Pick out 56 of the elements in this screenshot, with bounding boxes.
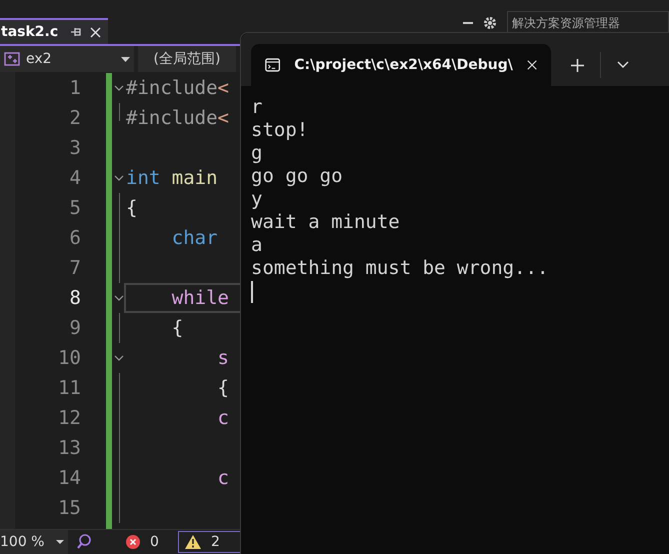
line-number: 3 [68,136,82,161]
chevron-down-icon[interactable] [617,61,629,68]
code-line: { [216,377,229,399]
settings-icon[interactable] [483,16,497,30]
line-number: 13 [57,436,82,461]
console-output-line: stop! [251,119,308,142]
line-number: 10 [57,346,82,371]
code-line: s [216,347,229,369]
console-icon [265,57,280,73]
collapse-icon[interactable] [114,85,124,91]
line-number: 14 [57,466,82,491]
line-number: 1 [68,76,82,101]
collapse-icon[interactable] [114,355,124,361]
console-output-line: wait a minute [251,211,400,234]
code-line: c [216,407,229,429]
zoom-dropdown[interactable]: 100 % [0,530,68,554]
close-icon[interactable] [90,26,102,38]
error-icon [126,535,140,549]
console-output-line: a [251,234,262,257]
console-output-line: y [251,188,262,211]
pin-icon[interactable] [70,27,82,37]
terminal-tab[interactable]: C:\project\c\ex2\x64\Debug\ [251,44,551,86]
line-number: 5 [68,196,82,221]
line-number: 15 [57,496,82,521]
line-number: 12 [57,406,82,431]
line-number: 7 [68,256,82,281]
line-number: 8 [68,286,82,311]
console-output-line: go go go [251,165,343,188]
project-icon [4,52,20,66]
line-number: 9 [68,316,82,341]
code-line: #include< [126,77,229,99]
project-dropdown[interactable]: ex2 [0,46,134,72]
code-line: { [170,317,184,339]
code-line: c [216,467,229,489]
code-line: int main [126,167,218,189]
code-line: char [170,227,218,249]
collapse-icon[interactable] [114,175,124,181]
line-number: 11 [57,376,82,401]
close-icon[interactable] [526,59,537,71]
caret-icon [121,56,130,62]
code-line: { [126,197,138,219]
collapse-icon[interactable] [114,295,124,301]
line-number: 2 [68,106,82,131]
console-output-line: something must be wrong... [251,257,548,280]
line-number: 4 [68,166,82,191]
code-line: #include< [126,107,229,129]
caret-icon [56,540,64,544]
console-output-line: r [251,96,262,119]
editor-tab[interactable]: task2.c [0,18,108,44]
scope-dropdown[interactable]: (全局范围) [138,46,236,72]
line-number: 6 [68,226,82,251]
error-count[interactable]: 0 [150,534,159,550]
tab-title: task2.c [1,24,58,40]
new-tab-icon[interactable] [571,59,584,72]
console-output-line: g [251,142,262,165]
code-line: while [170,287,229,309]
